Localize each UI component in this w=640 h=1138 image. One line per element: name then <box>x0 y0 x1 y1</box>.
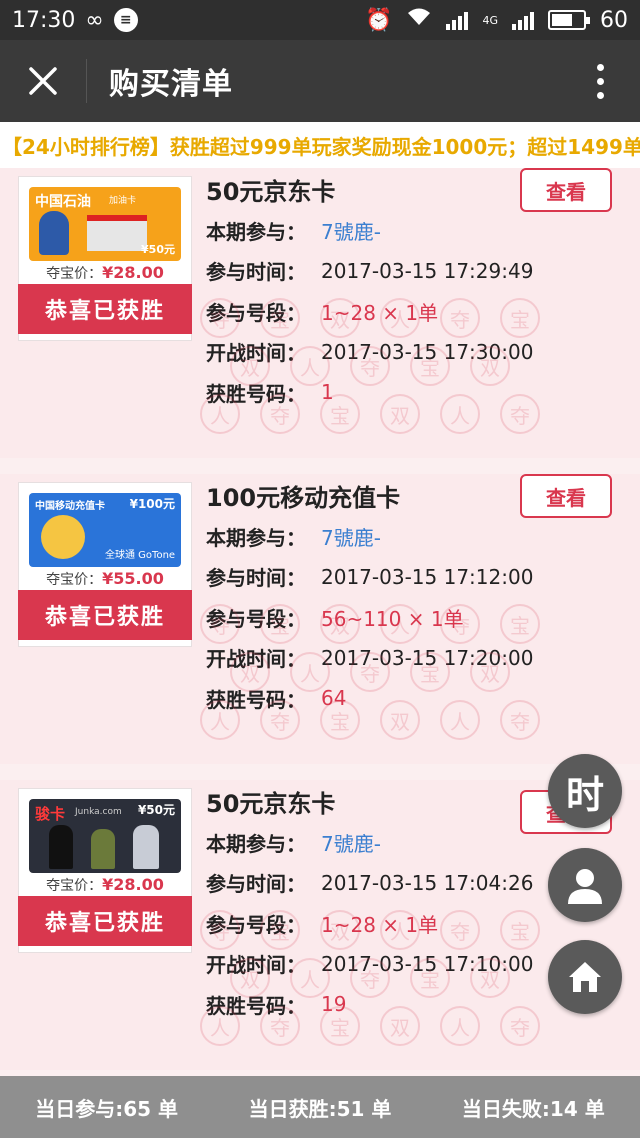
number-range-label: 参与号段： <box>206 912 306 937</box>
order-info: 本期参与： 7號鹿- 参与时间： 2017-03-15 17:29:49 参与号段：… <box>206 210 626 413</box>
win-number-label: 获胜号码： <box>206 687 306 712</box>
view-button[interactable]: 查看 <box>520 474 612 518</box>
won-badge: 恭喜已获胜 <box>18 590 192 640</box>
prize-title: 50元京东卡 <box>206 790 336 818</box>
start-time-value: 2017-03-15 17:20:00 <box>321 645 534 670</box>
participant-label: 本期参与： <box>206 831 306 856</box>
close-button[interactable] <box>0 40 86 122</box>
card-value: ¥50元 <box>137 803 175 817</box>
marquee-text: 【24小时排行榜】获胜超过999单玩家奖励现金1000元；超过1499单玩 <box>2 134 640 159</box>
order-card: 中国石油 加油卡 ¥50元 夺宝价：¥28.00 恭喜已获胜 50元京东卡 查看… <box>0 168 640 458</box>
daily-participated: 当日参与:65 单 <box>35 1096 179 1121</box>
start-time-label: 开战时间： <box>206 341 306 366</box>
join-time-label: 参与时间： <box>206 260 306 285</box>
mascot-icon <box>41 515 85 559</box>
card-value: ¥100元 <box>129 497 175 511</box>
card-brand: 骏卡 <box>35 805 66 823</box>
start-time-label: 开战时间： <box>206 647 306 672</box>
number-range-value: 1~28 × 1单 <box>321 912 439 937</box>
product-image: 骏卡 Junka.com ¥50元 <box>29 799 181 873</box>
start-time-label: 开战时间： <box>206 953 306 978</box>
signal-icon <box>446 10 469 30</box>
win-number-value: 19 <box>321 992 347 1017</box>
card-subtitle: 加油卡 <box>109 196 137 206</box>
order-card: 中国移动充值卡 ¥100元 全球通 GoTone 夺宝价：¥55.00 恭喜已获… <box>0 474 640 764</box>
header-divider <box>86 59 87 103</box>
wifi-icon <box>406 7 432 33</box>
number-range-label: 参与号段： <box>206 300 306 325</box>
page-title: 购买清单 <box>109 67 233 102</box>
home-button[interactable] <box>548 940 622 1014</box>
win-number-value: 1 <box>321 380 334 405</box>
number-range-label: 参与号段： <box>206 606 306 631</box>
product-image: 中国石油 加油卡 ¥50元 <box>29 187 181 261</box>
win-number-label: 获胜号码： <box>206 993 306 1018</box>
daily-stats-footer: 当日参与:65 单 当日获胜:51 单 当日失败:14 单 <box>0 1076 640 1138</box>
user-icon <box>568 869 602 904</box>
win-number-label: 获胜号码： <box>206 381 306 406</box>
card-brand: 中国石油 <box>35 194 91 210</box>
battery-level: 60 <box>600 7 628 33</box>
join-time-value: 2017-03-15 17:12:00 <box>321 564 534 589</box>
profile-button[interactable] <box>548 848 622 922</box>
close-icon <box>29 67 57 95</box>
more-vertical-icon <box>596 63 604 71</box>
order-info: 本期参与： 7號鹿- 参与时间： 2017-03-15 17:12:00 参与号段：… <box>206 516 626 719</box>
number-range-value: 56~110 × 1单 <box>321 606 464 631</box>
status-bar: 17:30 ∞ ≡ ⏰ 4G 60 <box>0 0 640 40</box>
participant-name[interactable]: 7號鹿- <box>321 828 381 857</box>
daily-won: 当日获胜:51 单 <box>248 1096 392 1121</box>
card-value: ¥50元 <box>141 243 175 256</box>
card-subtitle: Junka.com <box>75 807 122 817</box>
number-range-value: 1~28 × 1单 <box>321 300 439 325</box>
start-time-value: 2017-03-15 17:30:00 <box>321 339 534 364</box>
view-button[interactable]: 查看 <box>520 168 612 212</box>
won-badge: 恭喜已获胜 <box>18 284 192 334</box>
home-icon <box>569 962 601 992</box>
prize-title: 50元京东卡 <box>206 178 336 206</box>
gas-station-icon <box>87 215 147 251</box>
card-brand: 中国移动充值卡 <box>35 501 105 512</box>
win-number-value: 64 <box>321 686 347 711</box>
network-type: 4G <box>482 13 498 27</box>
figure-icon <box>91 829 115 869</box>
order-card: 骏卡 Junka.com ¥50元 夺宝价：¥28.00 恭喜已获胜 50元京东… <box>0 780 640 1070</box>
start-time-value: 2017-03-15 17:10:00 <box>321 951 534 976</box>
join-time-label: 参与时间： <box>206 566 306 591</box>
battery-icon <box>548 10 590 30</box>
chat-bubble-icon: ≡ <box>113 8 138 32</box>
figure-icon <box>49 825 73 869</box>
app-header: 购买清单 <box>0 40 640 122</box>
daily-lost: 当日失败:14 单 <box>461 1096 605 1121</box>
join-time-value: 2017-03-15 17:29:49 <box>321 258 534 283</box>
status-time: 17:30 <box>12 7 76 33</box>
time-label: 时 <box>565 772 604 817</box>
participant-name[interactable]: 7號鹿- <box>321 216 381 245</box>
join-time-label: 参与时间： <box>206 872 306 897</box>
figure-icon <box>133 825 159 869</box>
signal-icon-2 <box>512 10 534 30</box>
alarm-icon: ⏰ <box>365 7 393 33</box>
treasure-price: 夺宝价：¥28.00 <box>46 263 164 282</box>
infinity-icon: ∞ <box>85 7 104 33</box>
participant-label: 本期参与： <box>206 219 306 244</box>
participant-label: 本期参与： <box>206 525 306 550</box>
product-image: 中国移动充值卡 ¥100元 全球通 GoTone <box>29 493 181 567</box>
prize-title: 100元移动充值卡 <box>206 484 401 512</box>
time-filter-button[interactable]: 时 <box>548 754 622 828</box>
more-options-button[interactable] <box>560 40 640 122</box>
mascot-icon <box>39 211 69 255</box>
participant-name[interactable]: 7號鹿- <box>321 522 381 551</box>
announcement-marquee: 【24小时排行榜】获胜超过999单玩家奖励现金1000元；超过1499单玩 <box>0 122 640 168</box>
treasure-price: 夺宝价：¥55.00 <box>46 569 164 588</box>
join-time-value: 2017-03-15 17:04:26 <box>321 870 534 895</box>
won-badge: 恭喜已获胜 <box>18 896 192 946</box>
card-subtitle: 全球通 GoTone <box>105 550 176 561</box>
treasure-price: 夺宝价：¥28.00 <box>46 875 164 894</box>
